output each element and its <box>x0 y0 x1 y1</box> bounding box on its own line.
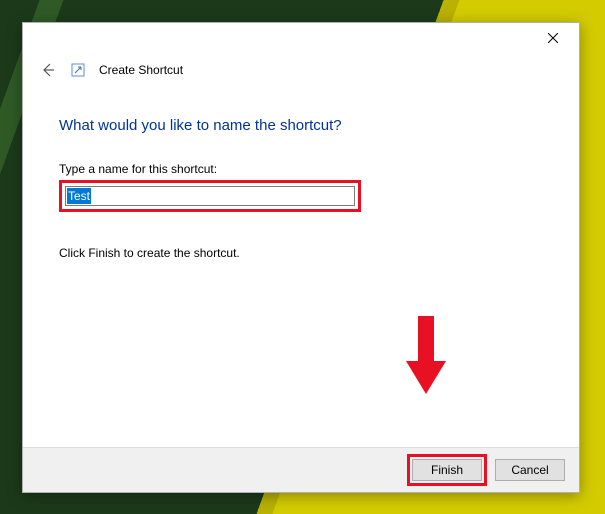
input-label: Type a name for this shortcut: <box>59 162 543 176</box>
input-highlight-annotation: Test <box>59 180 361 212</box>
create-shortcut-dialog: Create Shortcut What would you like to n… <box>22 22 580 493</box>
wizard-header: Create Shortcut <box>23 53 579 87</box>
wizard-content: What would you like to name the shortcut… <box>23 87 579 447</box>
desktop-background: Create Shortcut What would you like to n… <box>0 0 605 514</box>
wizard-footer: Finish Cancel <box>23 447 579 492</box>
titlebar <box>23 23 579 53</box>
arrow-left-icon <box>40 62 56 78</box>
finish-highlight-annotation: Finish <box>407 454 487 486</box>
shortcut-icon <box>71 63 85 77</box>
page-heading: What would you like to name the shortcut… <box>59 117 543 134</box>
finish-button[interactable]: Finish <box>412 459 482 481</box>
close-icon <box>548 33 558 43</box>
finish-hint: Click Finish to create the shortcut. <box>59 246 543 260</box>
shortcut-name-input[interactable] <box>65 186 355 206</box>
close-button[interactable] <box>533 24 573 52</box>
cancel-button[interactable]: Cancel <box>495 459 565 481</box>
wizard-title: Create Shortcut <box>99 63 183 77</box>
back-button[interactable] <box>39 61 57 79</box>
